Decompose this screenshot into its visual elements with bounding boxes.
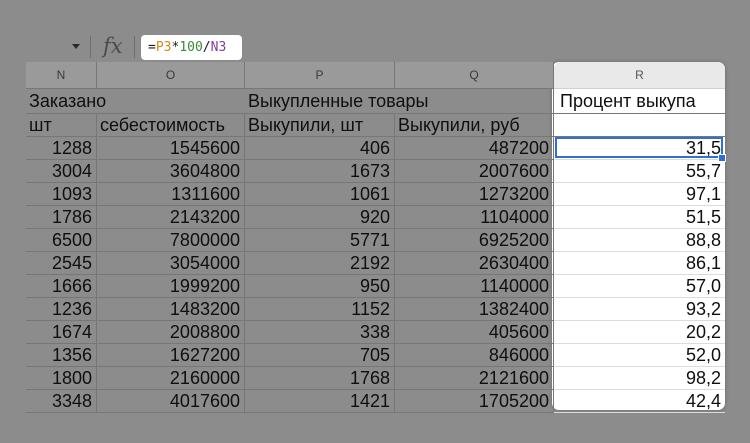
cell-p[interactable]: 2192 <box>245 252 395 275</box>
cell-q[interactable]: 405600 <box>395 321 554 344</box>
cell-n[interactable]: 1356 <box>26 344 97 367</box>
cell-n[interactable]: 1093 <box>26 183 97 206</box>
divider <box>134 36 135 58</box>
header-row-1: Заказано Выкупленные товары Процент выку… <box>0 89 750 114</box>
selected-cell-r3[interactable] <box>555 137 723 158</box>
cell-r[interactable]: 52,0 <box>554 344 725 367</box>
cell-bought-rub[interactable]: Выкупили, руб <box>395 114 554 137</box>
cell-r[interactable]: 20,2 <box>554 321 725 344</box>
cell-q[interactable]: 1273200 <box>395 183 554 206</box>
column-header-r[interactable]: R <box>554 62 725 89</box>
cell-r[interactable]: 98,2 <box>554 367 725 390</box>
cell-o[interactable]: 2143200 <box>97 206 245 229</box>
cell-p[interactable]: 705 <box>245 344 395 367</box>
cell-o[interactable]: 1483200 <box>97 298 245 321</box>
table-row: 1356 1627200 705 846000 52,0 <box>0 344 750 367</box>
cell-n[interactable]: 1236 <box>26 298 97 321</box>
column-header-o[interactable]: O <box>97 62 245 89</box>
cell-p[interactable]: 1152 <box>245 298 395 321</box>
formula-part: 100 <box>179 40 203 55</box>
table-row: 3004 3604800 1673 2007600 55,7 <box>0 160 750 183</box>
cell-n[interactable]: 1800 <box>26 367 97 390</box>
cell-r[interactable]: 93,2 <box>554 298 725 321</box>
cell-p[interactable]: 920 <box>245 206 395 229</box>
cell-q[interactable]: 2121600 <box>395 367 554 390</box>
cell-n[interactable]: 2545 <box>26 252 97 275</box>
cell-o[interactable]: 1627200 <box>97 344 245 367</box>
cell-q[interactable]: 1104000 <box>395 206 554 229</box>
cell-p[interactable]: 406 <box>245 137 395 160</box>
cell-p[interactable]: 1421 <box>245 390 395 413</box>
fill-handle[interactable] <box>718 154 726 162</box>
formula-part: = <box>148 40 156 55</box>
cell-pcs[interactable]: шт <box>26 114 97 137</box>
cell-q[interactable]: 1705200 <box>395 390 554 413</box>
cell-p[interactable]: 1061 <box>245 183 395 206</box>
cell-n[interactable]: 1786 <box>26 206 97 229</box>
cell-q[interactable]: 1140000 <box>395 275 554 298</box>
cell-o[interactable]: 2008800 <box>97 321 245 344</box>
formula-input[interactable]: =P3*100/N3 <box>141 35 242 60</box>
cell-bought-goods[interactable]: Выкупленные товары <box>245 89 554 114</box>
cell-n[interactable]: 3004 <box>26 160 97 183</box>
cell-o[interactable]: 2160000 <box>97 367 245 390</box>
table-row: 1093 1311600 1061 1273200 97,1 <box>0 183 750 206</box>
column-header-p[interactable]: P <box>245 62 395 89</box>
cell-p[interactable]: 1673 <box>245 160 395 183</box>
cell-r[interactable]: 86,1 <box>554 252 725 275</box>
formula-ref-n3: N3 <box>210 40 227 55</box>
cell-n[interactable]: 1674 <box>26 321 97 344</box>
cell-n[interactable]: 1666 <box>26 275 97 298</box>
table-row: 1786 2143200 920 1104000 51,5 <box>0 206 750 229</box>
divider <box>90 36 91 58</box>
chevron-down-icon[interactable] <box>72 44 80 49</box>
column-header-n[interactable]: N <box>26 62 97 89</box>
cell-q[interactable]: 2007600 <box>395 160 554 183</box>
cell-r[interactable]: 57,0 <box>554 275 725 298</box>
cell-n[interactable]: 6500 <box>26 229 97 252</box>
cell-n[interactable]: 1288 <box>26 137 97 160</box>
table-row: 3348 4017600 1421 1705200 42,4 <box>0 390 750 413</box>
cell-o[interactable]: 3604800 <box>97 160 245 183</box>
cell-q[interactable]: 487200 <box>395 137 554 160</box>
cell-o[interactable]: 7800000 <box>97 229 245 252</box>
cell-cost[interactable]: себестоимость <box>97 114 245 137</box>
cell-p[interactable]: 1768 <box>245 367 395 390</box>
cell-q[interactable]: 846000 <box>395 344 554 367</box>
cell-r[interactable]: 42,4 <box>554 390 725 413</box>
cell-r[interactable]: 55,7 <box>554 160 725 183</box>
fx-icon[interactable]: fx <box>103 34 123 58</box>
table-row: 1800 2160000 1768 2121600 98,2 <box>0 367 750 390</box>
formula-part: / <box>202 40 211 55</box>
table-row: 2545 3054000 2192 2630400 86,1 <box>0 252 750 275</box>
cell-ordered[interactable]: Заказано <box>26 89 245 114</box>
cell-p[interactable]: 5771 <box>245 229 395 252</box>
cell-r[interactable]: 97,1 <box>554 183 725 206</box>
cell-buyout-percent[interactable]: Процент выкупа <box>554 89 725 114</box>
cell-r[interactable]: 51,5 <box>554 206 725 229</box>
table-row: 1674 2008800 338 405600 20,2 <box>0 321 750 344</box>
table-row: 1236 1483200 1152 1382400 93,2 <box>0 298 750 321</box>
column-header-q[interactable]: Q <box>395 62 554 89</box>
cell-o[interactable]: 4017600 <box>97 390 245 413</box>
column-header-row: N O P Q R <box>0 62 750 89</box>
cell-o[interactable]: 1311600 <box>97 183 245 206</box>
header-row-2: шт себестоимость Выкупили, шт Выкупили, … <box>0 114 750 137</box>
cell-n[interactable]: 3348 <box>26 390 97 413</box>
cell-o[interactable]: 1999200 <box>97 275 245 298</box>
table-row: 1666 1999200 950 1140000 57,0 <box>0 275 750 298</box>
cell-p[interactable]: 338 <box>245 321 395 344</box>
formula-ref-p3: P3 <box>155 40 172 55</box>
cell-o[interactable]: 1545600 <box>97 137 245 160</box>
cell-p[interactable]: 950 <box>245 275 395 298</box>
cell-q[interactable]: 2630400 <box>395 252 554 275</box>
cell-bought-pcs[interactable]: Выкупили, шт <box>245 114 395 137</box>
cell-q[interactable]: 1382400 <box>395 298 554 321</box>
cell-empty[interactable] <box>554 114 725 137</box>
cell-q[interactable]: 6925200 <box>395 229 554 252</box>
table-row: 6500 7800000 5771 6925200 88,8 <box>0 229 750 252</box>
cell-o[interactable]: 3054000 <box>97 252 245 275</box>
cell-r[interactable]: 88,8 <box>554 229 725 252</box>
